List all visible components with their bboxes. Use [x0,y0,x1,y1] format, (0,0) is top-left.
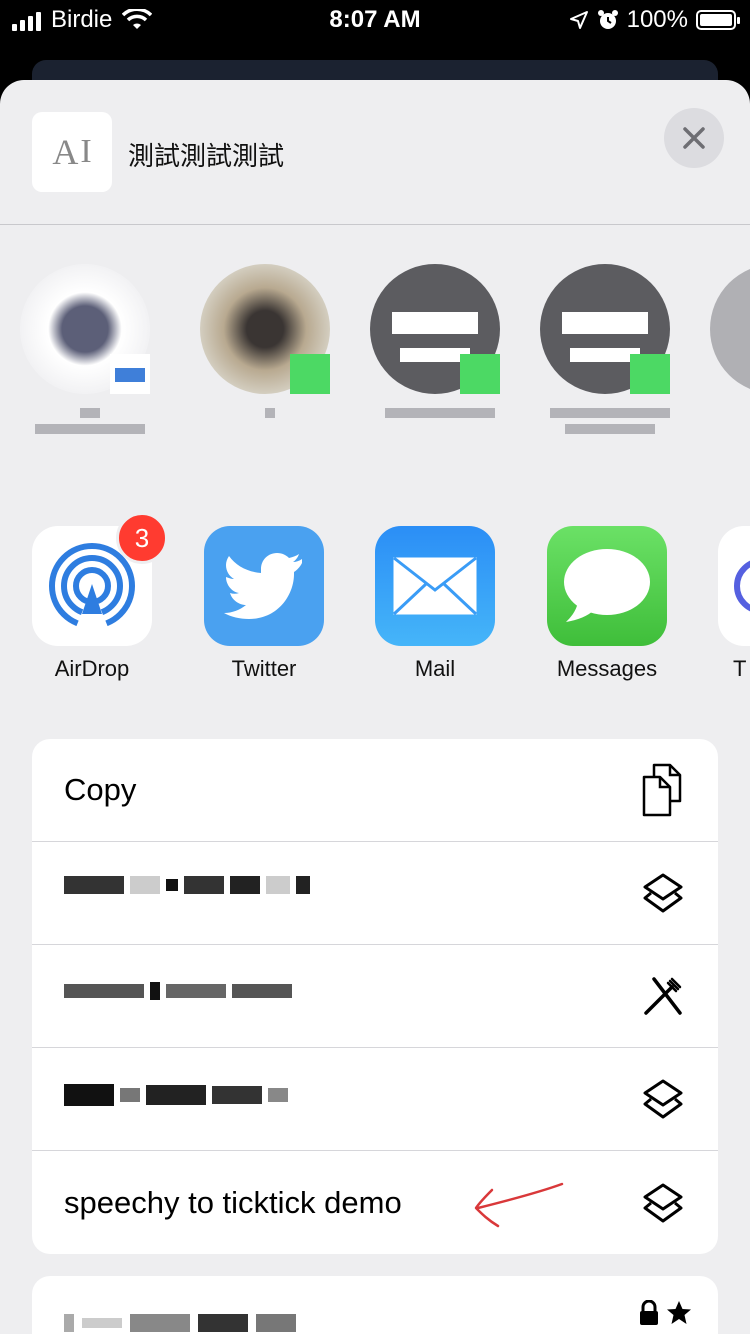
header-divider [0,224,750,225]
messages-badge-icon [630,354,670,394]
mail-app-icon [375,526,495,646]
person-suggestion[interactable] [20,264,160,438]
app-twitter[interactable]: Twitter [199,526,329,682]
partial-app-icon [718,526,750,646]
person-name-redacted [200,408,340,438]
person-name-redacted [540,408,680,438]
avatar [540,264,670,394]
location-icon [569,11,588,29]
star-icon [667,1301,691,1324]
person-name-redacted [370,408,510,438]
layers-icon [640,1180,686,1226]
app-airdrop[interactable]: 3 AirDrop [27,512,168,682]
close-icon [683,127,705,149]
app-label: T [733,656,747,681]
redacted-label-3 [64,1084,288,1106]
app-badge-icon [110,354,150,394]
person-suggestion[interactable] [540,264,680,438]
redacted-label-4 [64,1314,296,1332]
annotation-arrow-icon [474,1182,564,1228]
lock-icon [640,1300,658,1325]
text-document-thumbnail: A I [32,112,112,192]
alarm-icon [597,10,618,29]
app-partial[interactable]: T [713,526,750,682]
person-suggestion[interactable] [370,264,510,438]
person-suggestion[interactable] [200,264,340,438]
share-header: A I 測試測試測試 [0,80,750,224]
twitter-app-icon [204,526,324,646]
action-copy[interactable]: Copy [32,739,718,842]
copy-icon [640,763,686,817]
messages-app-icon [547,526,667,646]
utensils-icon [640,973,686,1019]
notification-badge: 3 [116,512,168,564]
speech-bubble-icon [564,549,650,622]
battery-icon [696,10,740,30]
status-bar: Birdie 8:07 AM 100% [0,0,750,40]
person-suggestion[interactable] [710,264,750,394]
battery-percent: 100% [626,6,688,33]
redacted-label-1 [64,876,310,894]
app-label: Messages [556,656,658,681]
action-list-secondary [32,1276,718,1334]
app-mail[interactable]: Mail [370,526,500,682]
close-button[interactable] [664,108,724,168]
app-label: Twitter [231,656,297,681]
redacted-label-2 [64,982,292,1000]
action-label: Copy [64,772,137,807]
app-label: AirDrop [54,656,130,681]
avatar [20,264,150,394]
avatar [200,264,330,394]
share-title: 測試測試測試 [128,141,285,171]
thumbnail-letter: A [52,132,79,172]
avatar [370,264,500,394]
envelope-icon [392,556,478,616]
share-sheet: A I 測試測試測試 3 AirDrop Twitter Mail Messag… [0,80,750,1334]
action-label: speechy to ticktick demo [64,1184,402,1220]
layers-icon [640,1076,686,1122]
app-messages[interactable]: Messages [542,526,672,682]
twitter-bird-icon [224,553,302,619]
messages-badge-icon [290,354,330,394]
airdrop-app-icon: 3 [32,512,168,646]
person-name-redacted [20,408,160,438]
app-label: Mail [414,656,456,681]
status-right: 100% [569,6,740,34]
text-cursor-icon: I [80,133,92,170]
action-speechy-to-ticktick[interactable]: speechy to ticktick demo [32,1151,718,1254]
layers-icon [640,870,686,916]
avatar [710,264,750,394]
messages-badge-icon [460,354,500,394]
